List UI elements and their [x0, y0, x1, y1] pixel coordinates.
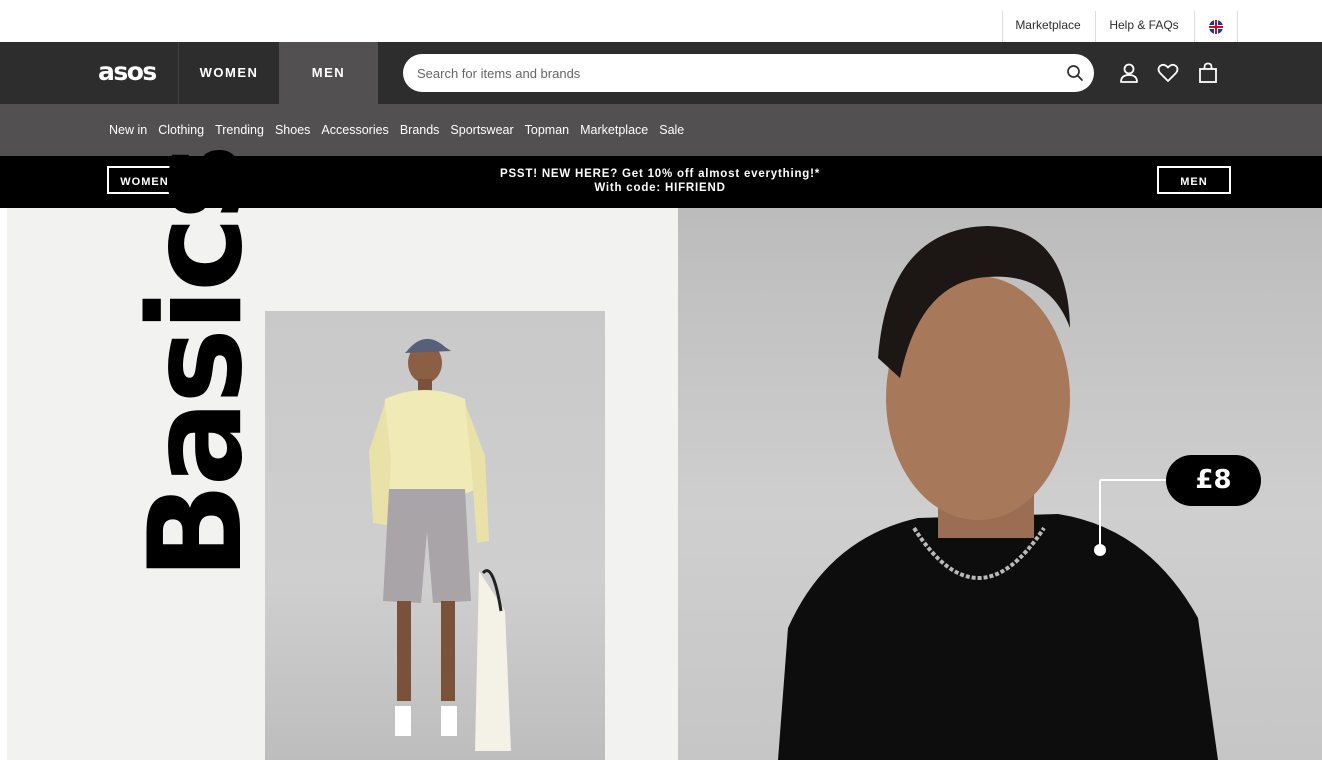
promo-men-button[interactable]: MEN [1157, 166, 1231, 194]
heart-icon [1157, 63, 1179, 82]
uk-flag-icon [1209, 19, 1223, 34]
search-bar [403, 54, 1094, 92]
hero-image-hoodie-model[interactable] [265, 311, 605, 760]
country-selector[interactable] [1195, 11, 1237, 42]
help-faqs-link[interactable]: Help & FAQs [1096, 11, 1192, 42]
account-icon [1120, 63, 1138, 83]
saved-items-button[interactable] [1155, 60, 1181, 86]
divider [1237, 11, 1238, 42]
tab-women[interactable]: WOMEN [178, 42, 280, 104]
account-button[interactable] [1116, 60, 1142, 86]
marketplace-link[interactable]: Marketplace [1003, 11, 1093, 42]
main-header: asos WOMEN MEN [0, 42, 1322, 104]
hoodie-model-illustration [369, 338, 511, 751]
nav-item-sale[interactable]: Sale [659, 123, 684, 137]
nav-item-trending[interactable]: Trending [215, 123, 264, 137]
search-icon [1067, 65, 1083, 81]
promo-line-2: With code: HIFRIEND [594, 182, 726, 194]
nav-item-marketplace[interactable]: Marketplace [580, 123, 648, 137]
nav-item-new-in[interactable]: New in [109, 123, 147, 137]
search-input[interactable] [417, 63, 1037, 83]
nav-item-sportswear[interactable]: Sportswear [450, 123, 513, 137]
nav-item-topman[interactable]: Topman [525, 123, 569, 137]
asos-logo[interactable]: asos [98, 57, 157, 86]
search-button[interactable] [1062, 60, 1088, 86]
hero-headline: Basics [122, 147, 271, 580]
nav-item-brands[interactable]: Brands [400, 123, 440, 137]
utility-bar: Marketplace Help & FAQs [0, 0, 1322, 42]
promo-text: PSST! NEW HERE? Get 10% off almost every… [340, 167, 980, 195]
bag-icon [1199, 62, 1217, 83]
bag-button[interactable] [1195, 60, 1221, 86]
promo-line-1: PSST! NEW HERE? Get 10% off almost every… [499, 168, 821, 180]
nav-item-clothing[interactable]: Clothing [158, 123, 204, 137]
nav-item-accessories[interactable]: Accessories [321, 123, 388, 137]
nav-item-shoes[interactable]: Shoes [275, 123, 310, 137]
price-tag[interactable]: £8 [1166, 455, 1261, 506]
tab-men[interactable]: MEN [279, 42, 378, 104]
